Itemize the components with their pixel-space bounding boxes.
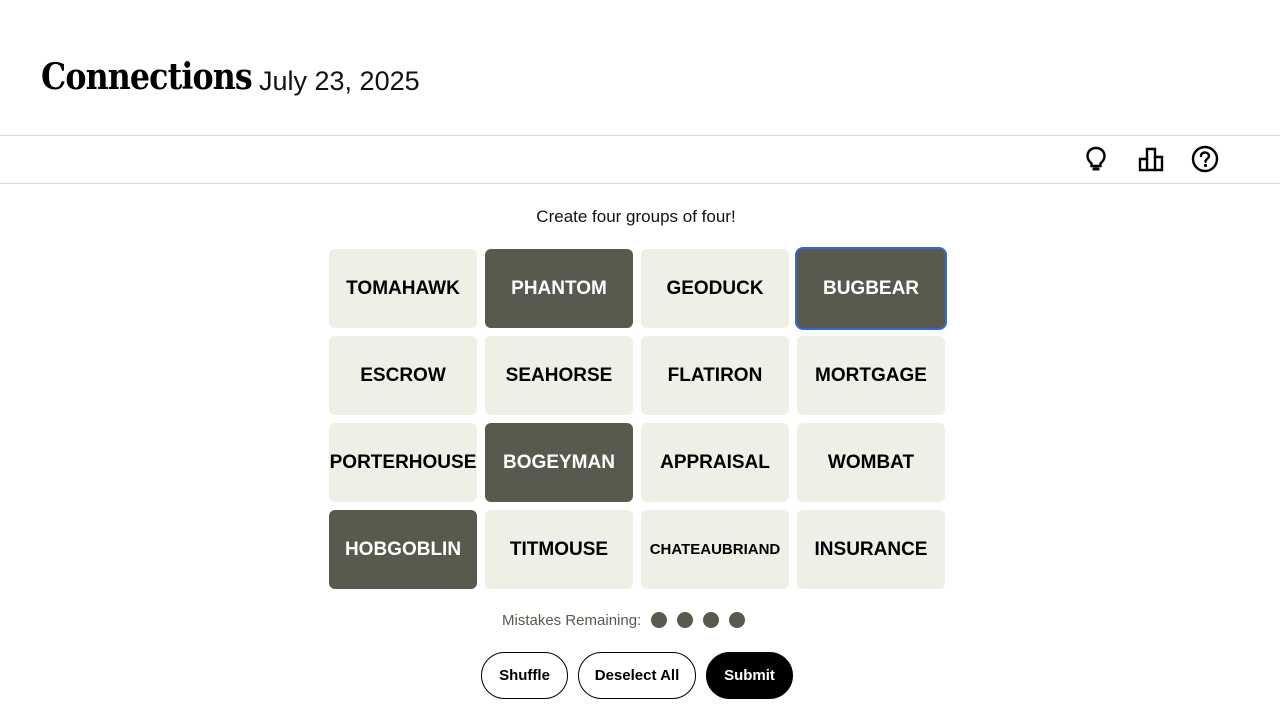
mistakes-label: Mistakes Remaining: (502, 611, 642, 629)
game-title: Connections (41, 56, 253, 98)
mistakes-remaining: Mistakes Remaining: (502, 610, 755, 630)
mistake-dot (651, 612, 668, 628)
word-tile[interactable]: APPRAISAL (641, 423, 789, 502)
mistake-dot (703, 612, 720, 628)
help-button[interactable] (1190, 145, 1220, 178)
mistake-dot (677, 612, 694, 628)
header: Connections July 23, 2025 (0, 0, 1280, 136)
word-tile[interactable]: HOBGOBLIN (329, 510, 477, 589)
lightbulb-icon (1084, 145, 1108, 178)
instructions: Create four groups of four! (536, 207, 736, 226)
word-tile[interactable]: MORTGAGE (797, 336, 945, 415)
word-tile[interactable]: SEAHORSE (485, 336, 633, 415)
word-tile[interactable]: WOMBAT (797, 423, 945, 502)
deselect-all-button[interactable]: Deselect All (578, 652, 696, 699)
mistake-dots (651, 612, 755, 628)
word-tile[interactable]: ESCROW (329, 336, 477, 415)
puzzle-date: July 23, 2025 (259, 66, 420, 96)
word-tile[interactable]: FLATIRON (641, 336, 789, 415)
shuffle-button[interactable]: Shuffle (481, 652, 568, 699)
word-tile[interactable]: BOGEYMAN (485, 423, 633, 502)
word-tile[interactable]: GEODUCK (641, 249, 789, 328)
toolbar (0, 136, 1280, 184)
submit-button[interactable]: Submit (706, 652, 793, 699)
hint-button[interactable] (1081, 146, 1111, 176)
leaderboard-icon (1137, 146, 1165, 177)
word-tile[interactable]: INSURANCE (797, 510, 945, 589)
word-tile[interactable]: BUGBEAR (797, 249, 945, 328)
word-grid: TOMAHAWK PHANTOM GEODUCK BUGBEAR ESCROW SEAHO… (329, 249, 945, 589)
help-icon (1191, 145, 1219, 178)
word-tile[interactable]: CHATEAUBRIAND (641, 510, 789, 589)
stats-button[interactable] (1136, 146, 1166, 176)
word-tile[interactable]: TOMAHAWK (329, 249, 477, 328)
mistake-dot (729, 612, 746, 628)
word-tile[interactable]: TITMOUSE (485, 510, 633, 589)
word-tile[interactable]: PHANTOM (485, 249, 633, 328)
word-tile[interactable]: PORTERHOUSE (329, 423, 477, 502)
